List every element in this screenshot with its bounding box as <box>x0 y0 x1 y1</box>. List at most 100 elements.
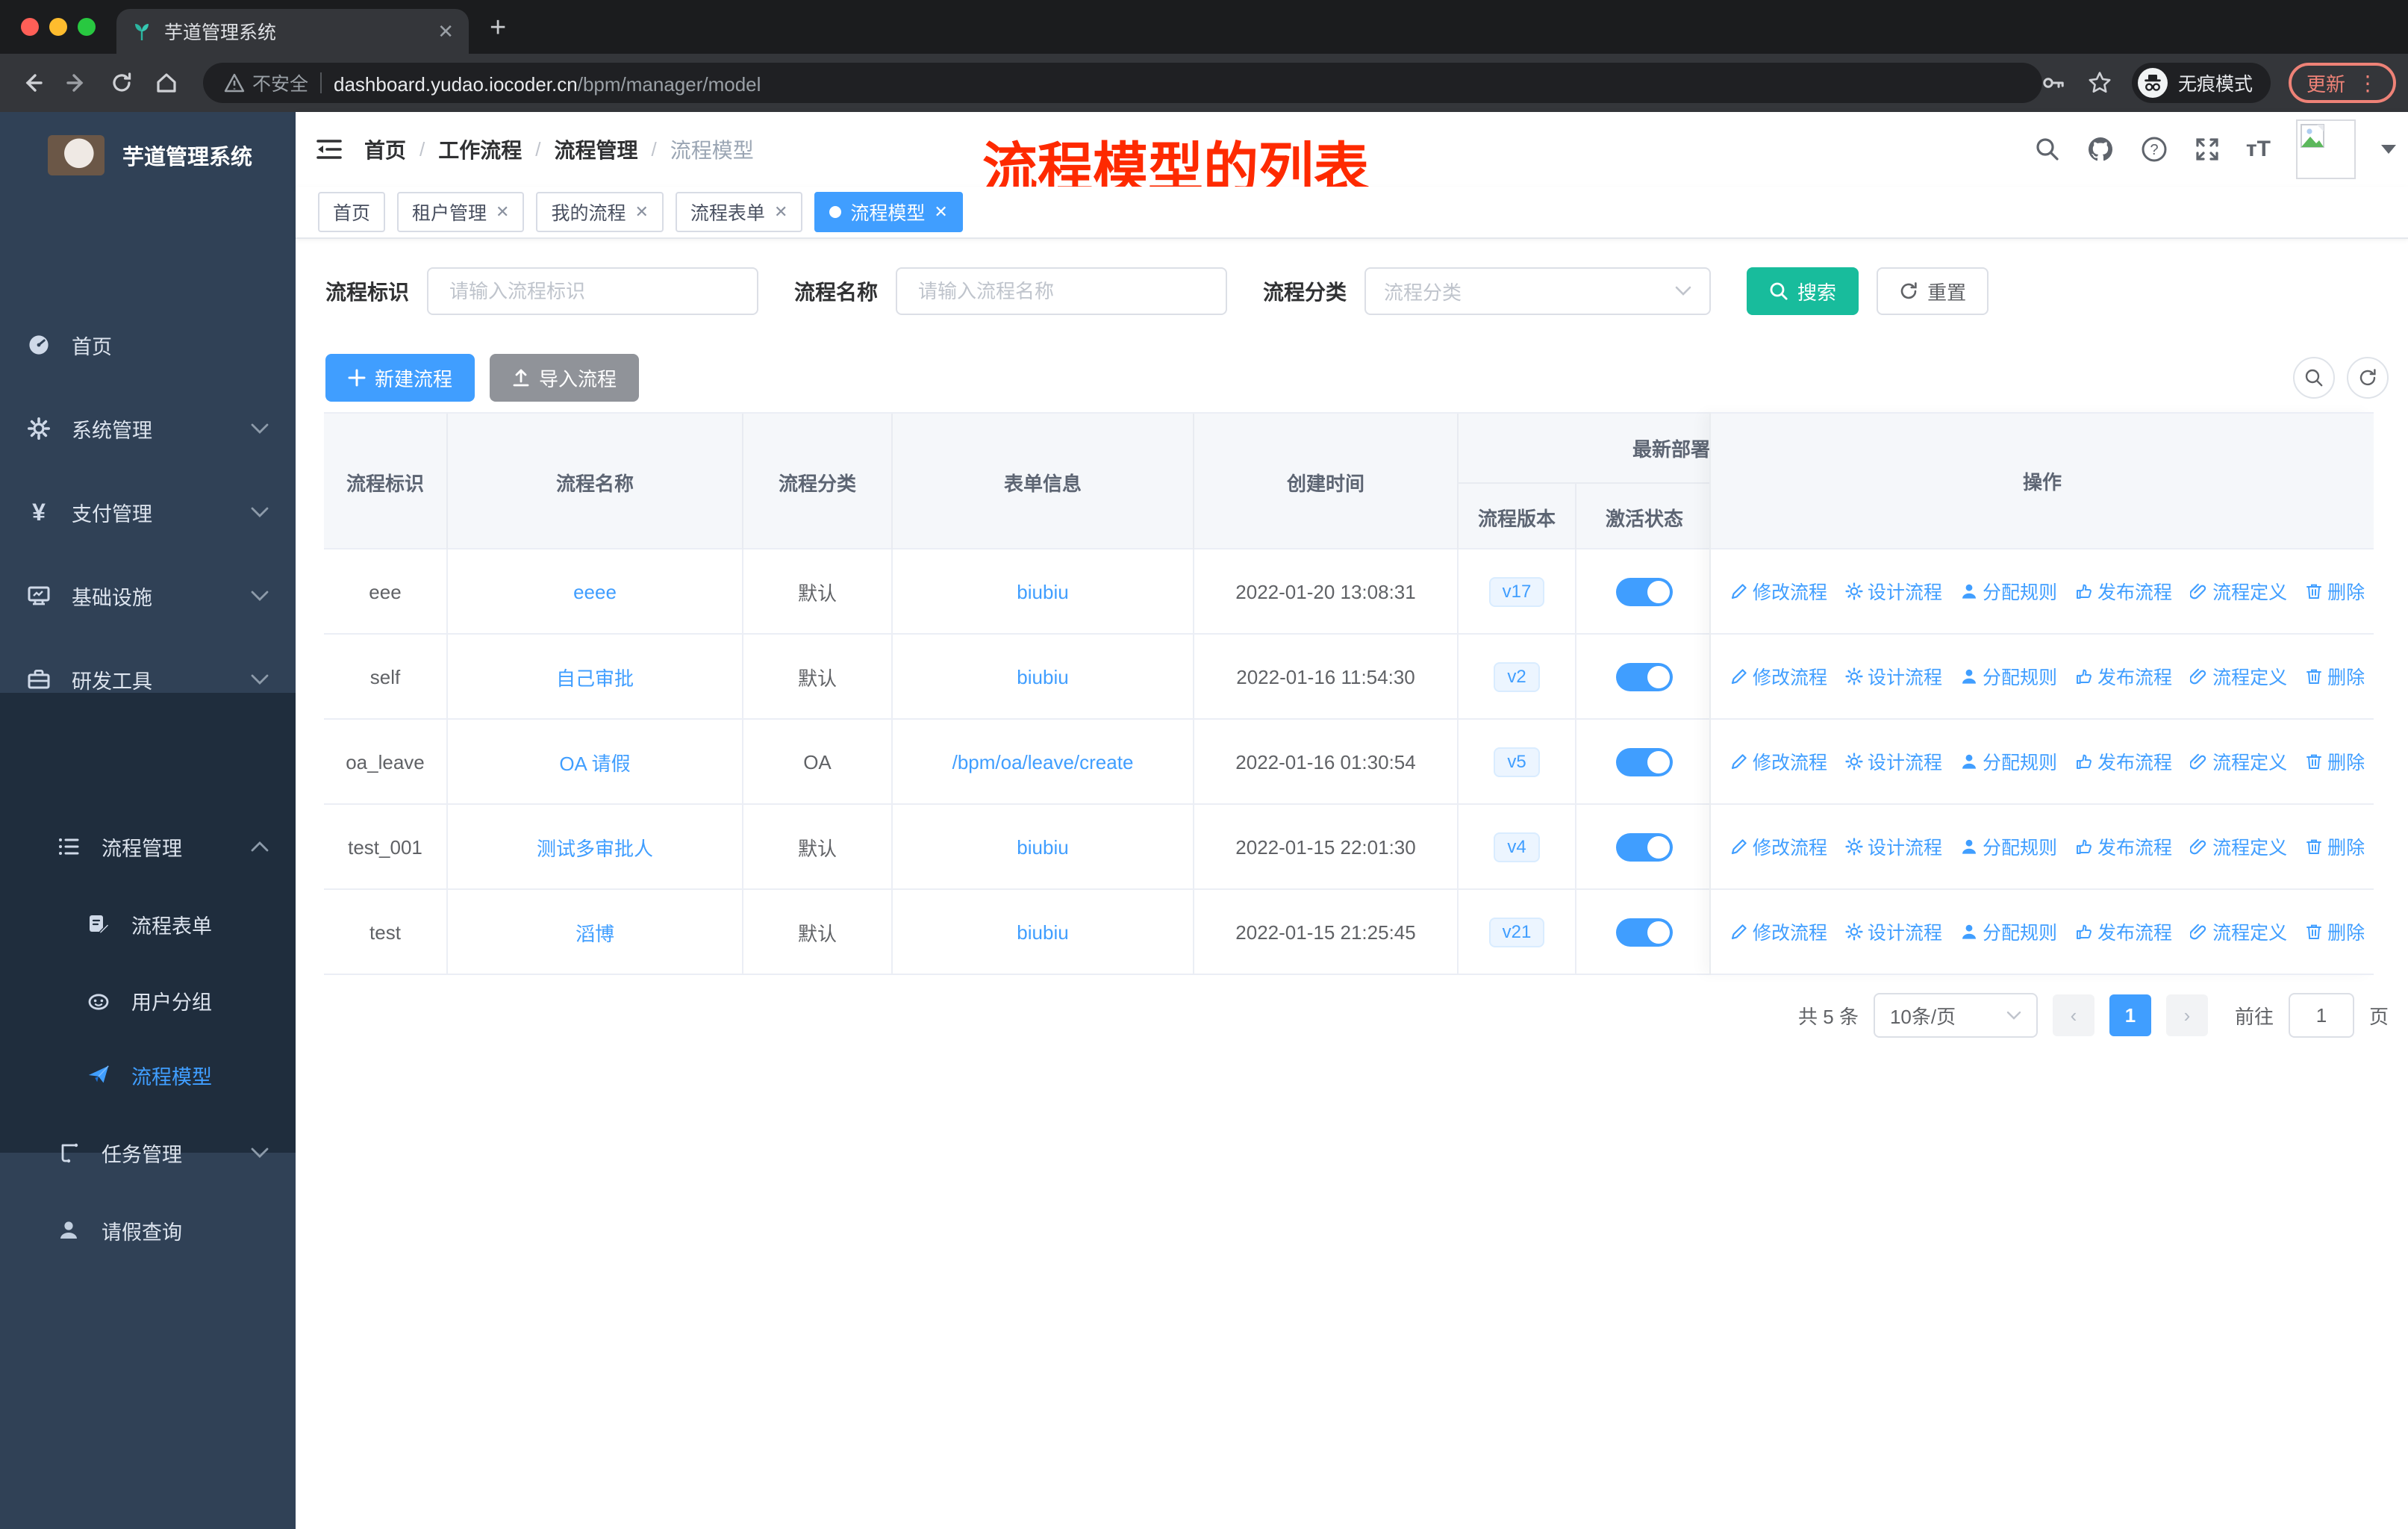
process-name-link[interactable]: 滔博 <box>576 919 614 947</box>
chrome-update-chip[interactable]: 更新 ⋮ <box>2288 63 2396 103</box>
action-publish-link[interactable]: 发布流程 <box>2075 833 2172 860</box>
action-design-link[interactable]: 设计流程 <box>1845 663 1942 690</box>
avatar-caret-icon[interactable] <box>2381 145 2396 154</box>
tag-tenant[interactable]: 租户管理 ✕ <box>397 192 525 232</box>
process-name-link[interactable]: 测试多审批人 <box>537 834 653 862</box>
process-name-link[interactable]: OA 请假 <box>559 749 630 776</box>
active-toggle[interactable] <box>1616 748 1673 776</box>
process-name-link[interactable]: eeee <box>573 581 617 604</box>
process-name-link[interactable]: 自己审批 <box>556 664 634 691</box>
action-assign-rule-link[interactable]: 分配规则 <box>1960 578 2057 605</box>
action-delete-link[interactable]: 删除 <box>2305 663 2365 690</box>
security-warning[interactable]: 不安全 <box>224 69 308 96</box>
back-icon[interactable] <box>19 70 45 96</box>
action-publish-link[interactable]: 发布流程 <box>2075 578 2172 605</box>
github-icon[interactable] <box>2086 135 2115 164</box>
action-delete-link[interactable]: 删除 <box>2305 918 2365 945</box>
current-page-button[interactable]: 1 <box>2109 994 2151 1036</box>
prev-page-button[interactable]: ‹ <box>2052 994 2094 1036</box>
user-avatar[interactable] <box>2296 119 2356 179</box>
active-toggle[interactable] <box>1616 578 1673 606</box>
action-design-link[interactable]: 设计流程 <box>1845 833 1942 860</box>
active-toggle[interactable] <box>1616 918 1673 947</box>
sidebar-item-user-group[interactable]: 用户分组 <box>0 963 296 1038</box>
page-size-select[interactable]: 10条/页 <box>1873 993 2038 1038</box>
tag-close-icon[interactable]: ✕ <box>934 202 947 222</box>
action-definition-link[interactable]: 流程定义 <box>2190 748 2287 775</box>
active-toggle[interactable] <box>1616 833 1673 862</box>
active-toggle[interactable] <box>1616 663 1673 691</box>
action-delete-link[interactable]: 删除 <box>2305 833 2365 860</box>
action-edit-link[interactable]: 修改流程 <box>1730 748 1827 775</box>
action-publish-link[interactable]: 发布流程 <box>2075 918 2172 945</box>
home-icon[interactable] <box>154 70 179 96</box>
sidebar-item-process-form[interactable]: 流程表单 <box>0 887 296 962</box>
action-definition-link[interactable]: 流程定义 <box>2190 663 2287 690</box>
category-select[interactable]: 流程分类 <box>1364 267 1712 315</box>
reset-button[interactable]: 重置 <box>1877 267 1989 315</box>
sidebar-item-home[interactable]: 首页 <box>0 308 296 382</box>
form-link[interactable]: biubiu <box>1017 666 1068 689</box>
tag-close-icon[interactable]: ✕ <box>634 202 648 222</box>
import-process-button[interactable]: 导入流程 <box>490 354 640 402</box>
show-search-icon[interactable] <box>2293 357 2335 399</box>
url-text[interactable]: dashboard.yudao.iocoder.cn/bpm/manager/m… <box>334 69 761 97</box>
create-process-button[interactable]: 新建流程 <box>325 354 475 402</box>
breadcrumb-home[interactable]: 首页 <box>364 134 406 164</box>
form-link[interactable]: biubiu <box>1017 581 1068 604</box>
sidebar-item-leave-query[interactable]: 请假查询 <box>0 1193 296 1268</box>
browser-menu-icon[interactable]: ⋮ <box>2357 71 2378 96</box>
goto-page-input[interactable] <box>2288 993 2354 1038</box>
forward-icon[interactable] <box>64 70 90 96</box>
key-icon[interactable] <box>2039 69 2068 97</box>
sidebar-item-infrastructure[interactable]: 基础设施 <box>0 558 296 633</box>
sidebar-item-process-mgmt[interactable]: 流程管理 <box>0 809 296 884</box>
action-edit-link[interactable]: 修改流程 <box>1730 663 1827 690</box>
action-definition-link[interactable]: 流程定义 <box>2190 918 2287 945</box>
reload-icon[interactable] <box>109 70 134 96</box>
font-size-icon[interactable]: ᴛT <box>2246 137 2271 162</box>
action-publish-link[interactable]: 发布流程 <box>2075 663 2172 690</box>
browser-tab[interactable]: 芋道管理系统 ✕ <box>116 9 469 54</box>
address-bar[interactable]: 不安全 dashboard.yudao.iocoder.cn/bpm/manag… <box>203 63 2042 103</box>
hamburger-icon[interactable] <box>316 138 342 161</box>
new-tab-button[interactable]: + <box>490 12 506 44</box>
tag-process-model[interactable]: 流程模型 ✕ <box>814 192 963 232</box>
search-icon[interactable] <box>2034 136 2061 163</box>
action-edit-link[interactable]: 修改流程 <box>1730 833 1827 860</box>
form-link[interactable]: biubiu <box>1017 921 1068 944</box>
sidebar-item-system[interactable]: 系统管理 <box>0 391 296 466</box>
mac-minimize-button[interactable] <box>49 18 67 36</box>
action-assign-rule-link[interactable]: 分配规则 <box>1960 663 2057 690</box>
sidebar-item-payment[interactable]: ¥ 支付管理 <box>0 475 296 549</box>
action-definition-link[interactable]: 流程定义 <box>2190 578 2287 605</box>
next-page-button[interactable]: › <box>2165 994 2208 1036</box>
breadcrumb-workflow[interactable]: 工作流程 <box>438 134 522 164</box>
bookmark-star-icon[interactable] <box>2086 69 2114 97</box>
action-assign-rule-link[interactable]: 分配规则 <box>1960 748 2057 775</box>
action-design-link[interactable]: 设计流程 <box>1845 578 1942 605</box>
action-edit-link[interactable]: 修改流程 <box>1730 918 1827 945</box>
action-design-link[interactable]: 设计流程 <box>1845 748 1942 775</box>
action-definition-link[interactable]: 流程定义 <box>2190 833 2287 860</box>
mac-close-button[interactable] <box>21 18 39 36</box>
refresh-table-icon[interactable] <box>2347 357 2389 399</box>
process-name-input[interactable] <box>915 278 1208 305</box>
form-link[interactable]: /bpm/oa/leave/create <box>952 751 1134 774</box>
tag-close-icon[interactable]: ✕ <box>774 202 787 222</box>
process-key-input[interactable] <box>446 278 740 305</box>
action-edit-link[interactable]: 修改流程 <box>1730 578 1827 605</box>
action-assign-rule-link[interactable]: 分配规则 <box>1960 918 2057 945</box>
tag-close-icon[interactable]: ✕ <box>496 202 509 222</box>
tag-process-form[interactable]: 流程表单 ✕ <box>675 192 803 232</box>
search-button[interactable]: 搜索 <box>1747 267 1859 315</box>
mac-zoom-button[interactable] <box>78 18 96 36</box>
action-delete-link[interactable]: 删除 <box>2305 748 2365 775</box>
action-design-link[interactable]: 设计流程 <box>1845 918 1942 945</box>
tag-home[interactable]: 首页 <box>318 192 386 232</box>
breadcrumb-process-mgmt[interactable]: 流程管理 <box>555 134 638 164</box>
help-icon[interactable]: ? <box>2140 135 2168 164</box>
tag-my-process[interactable]: 我的流程 ✕ <box>536 192 664 232</box>
sidebar-item-task-mgmt[interactable]: 任务管理 <box>0 1115 296 1190</box>
action-assign-rule-link[interactable]: 分配规则 <box>1960 833 2057 860</box>
